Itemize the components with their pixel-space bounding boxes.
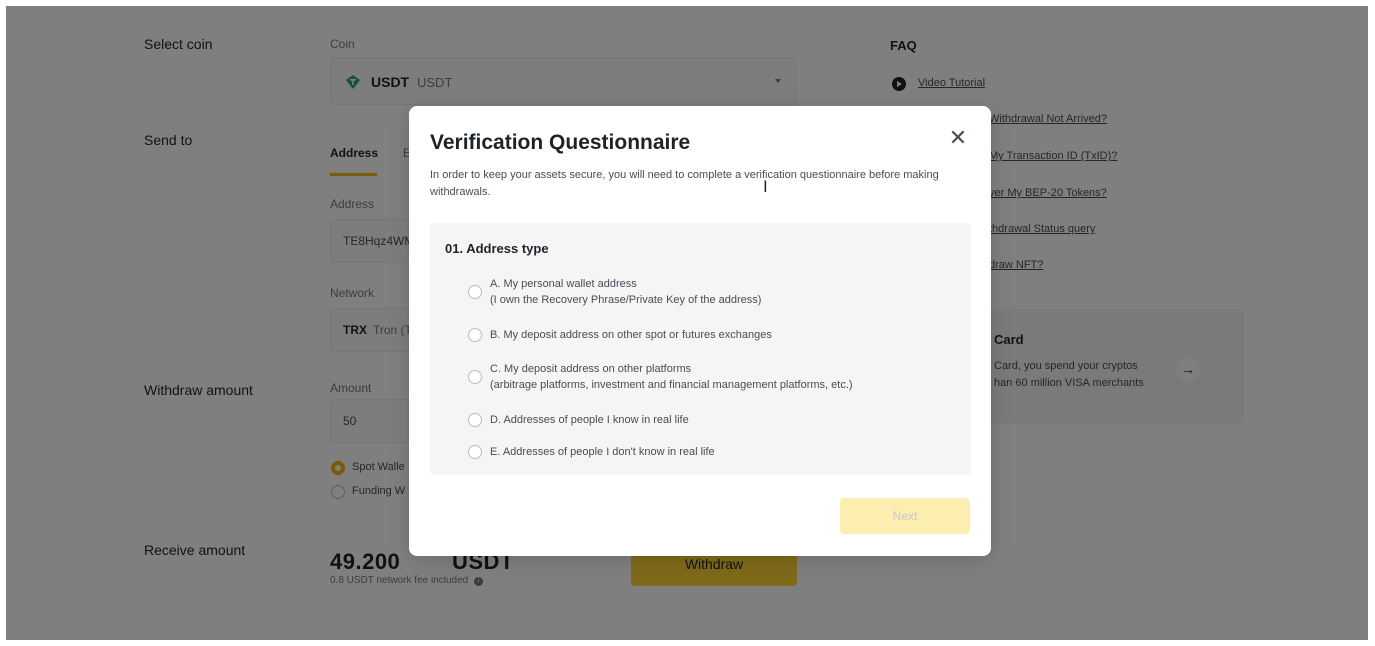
text-cursor-icon: I: [763, 177, 768, 196]
option-a-text: A. My personal wallet address (I own the…: [490, 276, 761, 308]
option-b-text: B. My deposit address on other spot or f…: [490, 329, 772, 341]
option-c-line2: (arbitrage platforms, investment and fin…: [490, 379, 853, 391]
modal-title: Verification Questionnaire: [430, 131, 691, 154]
option-a[interactable]: A. My personal wallet address (I own the…: [468, 276, 761, 308]
option-b[interactable]: B. My deposit address on other spot or f…: [468, 327, 772, 343]
option-a-line1: A. My personal wallet address: [490, 278, 637, 290]
close-icon[interactable]: ✕: [946, 126, 970, 150]
option-d-text: D. Addresses of people I know in real li…: [490, 414, 689, 426]
option-a-radio[interactable]: [468, 285, 482, 299]
option-e-radio[interactable]: [468, 445, 482, 459]
option-e-text: E. Addresses of people I don't know in r…: [490, 446, 715, 458]
option-c-radio[interactable]: [468, 370, 482, 384]
question-title: 01. Address type: [445, 241, 549, 256]
option-b-radio[interactable]: [468, 328, 482, 342]
next-button[interactable]: Next: [840, 498, 970, 534]
page-frame: Select coin Send to Withdraw amount Rece…: [6, 6, 1368, 640]
question-box: 01. Address type A. My personal wallet a…: [430, 223, 971, 475]
option-c[interactable]: C. My deposit address on other platforms…: [468, 361, 853, 393]
option-d-radio[interactable]: [468, 413, 482, 427]
verification-modal: Verification Questionnaire ✕ In order to…: [409, 106, 991, 556]
option-d[interactable]: D. Addresses of people I know in real li…: [468, 412, 689, 428]
option-a-line2: (I own the Recovery Phrase/Private Key o…: [490, 294, 762, 306]
option-c-line1: C. My deposit address on other platforms: [490, 363, 692, 375]
option-e[interactable]: E. Addresses of people I don't know in r…: [468, 444, 715, 460]
option-c-text: C. My deposit address on other platforms…: [490, 361, 853, 393]
modal-description: In order to keep your assets secure, you…: [430, 169, 939, 198]
